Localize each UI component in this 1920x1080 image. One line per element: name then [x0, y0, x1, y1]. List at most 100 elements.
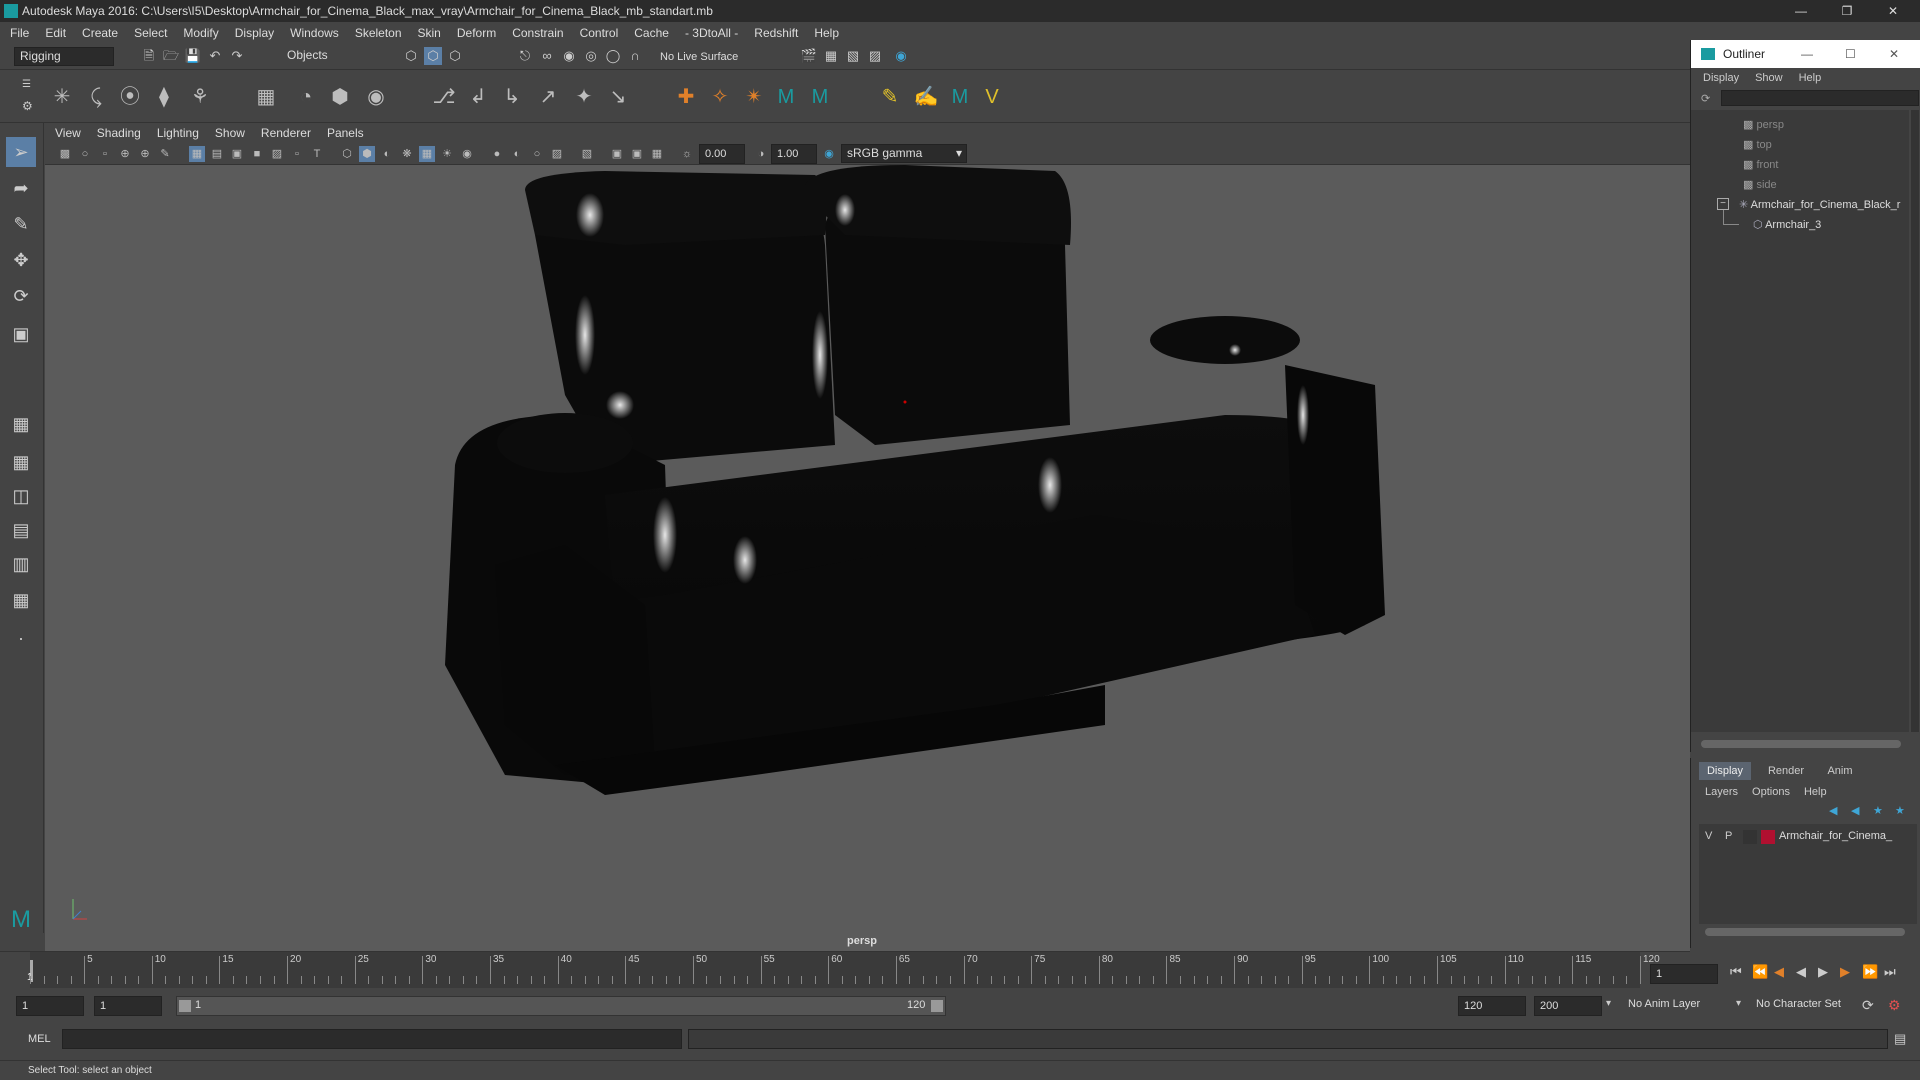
insert-joint-icon[interactable]: ⧫: [150, 83, 178, 111]
film-gate-icon[interactable]: ▤: [209, 146, 225, 162]
cluster-icon[interactable]: ⬢: [326, 83, 354, 111]
prev-key-icon[interactable]: ◀: [1774, 964, 1784, 980]
smooth-bind-icon[interactable]: ▦: [252, 83, 280, 111]
field-chart-icon[interactable]: ▨: [269, 146, 285, 162]
render-settings-icon[interactable]: ▨: [866, 47, 884, 65]
tab-display[interactable]: Display: [1699, 762, 1751, 780]
menu-file[interactable]: File: [10, 26, 29, 40]
outliner-item[interactable]: ⬡ Armchair_3: [1753, 218, 1821, 231]
camera-icon[interactable]: ▩: [57, 146, 73, 162]
safe-action-icon[interactable]: ▫: [289, 146, 305, 162]
exposure-field[interactable]: 0.00: [699, 144, 745, 164]
motion-blur-icon[interactable]: ●: [489, 146, 505, 162]
vp-menu-lighting[interactable]: Lighting: [157, 126, 199, 140]
outliner-item[interactable]: ▩ persp: [1743, 118, 1784, 131]
menu-create[interactable]: Create: [82, 26, 118, 40]
layer-menu-help[interactable]: Help: [1804, 786, 1827, 798]
gamma-field[interactable]: 1.00: [771, 144, 817, 164]
shelf-menu-icon[interactable]: ☰: [22, 79, 31, 90]
next-key-icon[interactable]: ▶: [1840, 964, 1850, 980]
move-tool-icon[interactable]: ✥: [6, 245, 36, 275]
close-icon[interactable]: ✕: [1870, 0, 1916, 22]
play-back-icon[interactable]: ◀: [1796, 964, 1806, 980]
layer-color-swatch[interactable]: [1761, 830, 1775, 844]
lattice-icon[interactable]: ◔: [292, 83, 320, 111]
collapse-toggle-icon[interactable]: −: [1717, 198, 1729, 210]
step-forward-icon[interactable]: ⏩: [1862, 964, 1878, 980]
mode-dropdown[interactable]: Rigging: [14, 47, 114, 66]
paint-weights-icon[interactable]: ✎: [876, 83, 904, 111]
outliner-item[interactable]: ▩ side: [1743, 178, 1777, 191]
menu-help[interactable]: Help: [814, 26, 839, 40]
menu-skin[interactable]: Skin: [418, 26, 441, 40]
joint-tool-icon[interactable]: ✳: [48, 83, 76, 111]
layer-menu-layers[interactable]: Layers: [1705, 786, 1738, 798]
more-layouts-icon[interactable]: ·: [6, 623, 36, 653]
2d-pan-icon[interactable]: ⊕: [137, 146, 153, 162]
wrap-icon[interactable]: ◉: [362, 83, 390, 111]
outliner-item[interactable]: ▩ top: [1743, 138, 1772, 151]
xray-active-icon[interactable]: ▣: [629, 146, 645, 162]
layer-new-selected-icon[interactable]: ★: [1895, 804, 1905, 817]
maya-tool-c-icon[interactable]: M: [946, 83, 974, 111]
chevron-down-icon[interactable]: ▾: [1606, 998, 1611, 1009]
camera-attr-icon[interactable]: ○: [77, 146, 93, 162]
menu-deform[interactable]: Deform: [457, 26, 496, 40]
antialias-icon[interactable]: ◐: [509, 146, 525, 162]
anim-start-field[interactable]: 1: [16, 996, 84, 1016]
ipr-render-icon[interactable]: ▧: [844, 47, 862, 65]
snap-surface-icon[interactable]: ◯: [604, 47, 622, 65]
default-light-icon[interactable]: ◐: [379, 146, 395, 162]
orient-constraint-icon[interactable]: ↳: [498, 83, 526, 111]
layer-playback[interactable]: P: [1725, 830, 1732, 842]
shadows-icon[interactable]: ☀: [439, 146, 455, 162]
lasso-tool-icon[interactable]: ➦: [6, 173, 36, 203]
point-constraint-icon[interactable]: ⎇: [430, 83, 458, 111]
mel-input[interactable]: [62, 1029, 682, 1049]
scale-tool-icon[interactable]: ▣: [6, 319, 36, 349]
outliner-item[interactable]: ✳ Armchair_for_Cinema_Black_r: [1739, 198, 1900, 211]
layer-move-down-icon[interactable]: ◀: [1851, 804, 1859, 817]
ik-fk-icon[interactable]: ✴: [740, 83, 768, 111]
aim-constraint-icon[interactable]: ↲: [464, 83, 492, 111]
snap-grid-icon[interactable]: ⎋: [516, 47, 534, 65]
live-surface-label[interactable]: No Live Surface: [660, 51, 738, 63]
menu-modify[interactable]: Modify: [183, 26, 218, 40]
range-end-handle[interactable]: [931, 1000, 943, 1012]
anim-prefs-icon[interactable]: ⚙: [1888, 997, 1901, 1014]
menu-constrain[interactable]: Constrain: [512, 26, 563, 40]
viewport-persp[interactable]: persp: [45, 165, 1690, 951]
smooth-shade-icon[interactable]: ⬢: [359, 146, 375, 162]
vp-menu-show[interactable]: Show: [215, 126, 245, 140]
ik-handle-icon[interactable]: ⤹: [82, 83, 110, 111]
layer-new-icon[interactable]: ★: [1873, 804, 1883, 817]
timeline-track[interactable]: 1 51015202530354045505560657075808590951…: [27, 952, 1660, 988]
mirror-joint-icon[interactable]: ⚘: [186, 83, 214, 111]
menu-3dtoall[interactable]: - 3DtoAll -: [685, 26, 738, 40]
gate-mask-icon[interactable]: ■: [249, 146, 265, 162]
maya-tool-a-icon[interactable]: M: [772, 83, 800, 111]
outliner-vscrollbar[interactable]: [1911, 110, 1919, 732]
select-hierarchy-icon[interactable]: ⬡: [402, 47, 420, 65]
two-view-icon[interactable]: ◫: [6, 481, 36, 511]
menu-display[interactable]: Display: [235, 26, 274, 40]
all-lights-icon[interactable]: ❋: [399, 146, 415, 162]
layer-hscrollbar[interactable]: [1705, 928, 1905, 936]
range-start-handle[interactable]: [179, 1000, 191, 1012]
persp-graph-icon[interactable]: ▤: [6, 515, 36, 545]
layer-menu-options[interactable]: Options: [1752, 786, 1790, 798]
outliner-refresh-icon[interactable]: ⟳: [1701, 92, 1715, 106]
hypershade-icon[interactable]: ◉: [892, 47, 910, 65]
time-slider[interactable]: 1 5 10 15 20 25 30 35 40 45 50 55 60 65 70 75 80 85 90 95 1…: [0, 951, 1896, 989]
open-scene-icon[interactable]: 🗁: [162, 47, 180, 65]
single-view-icon[interactable]: ▦: [6, 409, 36, 439]
textured-icon[interactable]: ▦: [419, 146, 435, 162]
locator-icon[interactable]: ✚: [672, 83, 700, 111]
ambient-occlusion-icon[interactable]: ◉: [459, 146, 475, 162]
menu-windows[interactable]: Windows: [290, 26, 339, 40]
mel-label[interactable]: MEL: [28, 1033, 51, 1045]
range-slider[interactable]: 1 120: [176, 996, 946, 1016]
layer-row[interactable]: V P Armchair_for_Cinema_: [1699, 828, 1917, 846]
maya-tool-b-icon[interactable]: M: [806, 83, 834, 111]
ik-spline-icon[interactable]: ⦿: [116, 83, 144, 111]
